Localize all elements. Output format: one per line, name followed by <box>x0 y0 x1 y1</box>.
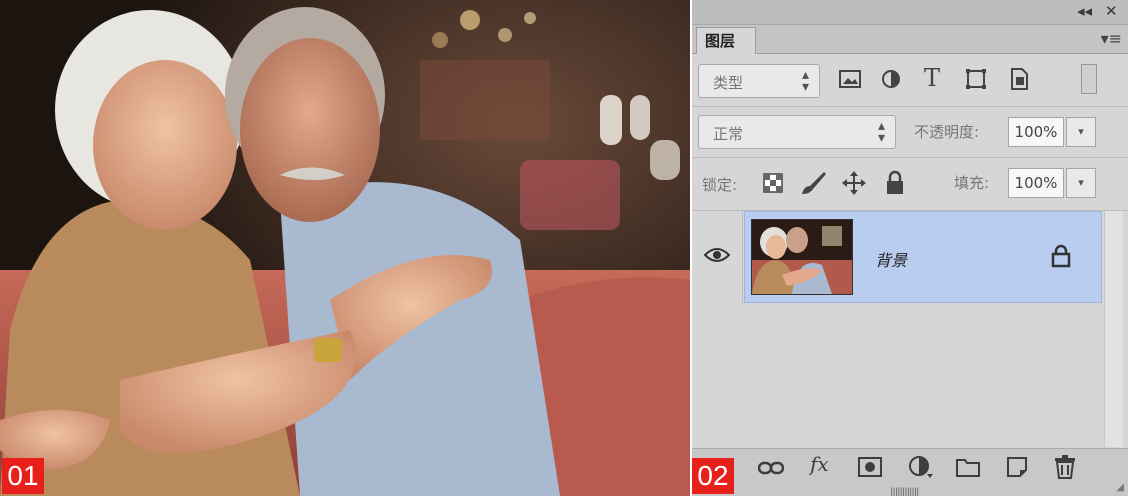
filter-toggle-switch[interactable] <box>1081 64 1097 94</box>
lock-all-icon[interactable] <box>884 170 906 202</box>
fx-icon[interactable]: fx <box>810 452 829 476</box>
opacity-label: 不透明度: <box>914 123 980 141</box>
smart-object-filter-icon[interactable] <box>1008 67 1030 97</box>
visibility-column <box>692 211 743 303</box>
layer-list-scrollbar[interactable] <box>1104 211 1123 447</box>
select-arrows-icon: ▴ ▾ <box>801 67 809 95</box>
fill-label: 填充: <box>954 174 990 192</box>
filter-type-select[interactable]: 类型 ▴ ▾ <box>698 64 820 98</box>
close-panel-button[interactable]: ✕ <box>1105 2 1118 20</box>
lock-transparency-icon[interactable] <box>762 172 784 200</box>
lock-row: 锁定: 填充: 100% ▾ <box>692 158 1128 211</box>
blend-mode-select[interactable]: 正常 ▴ ▾ <box>698 115 896 149</box>
type-filter-icon[interactable]: T <box>924 66 940 90</box>
layer-filter-row: 类型 ▴ ▾ T <box>692 54 1128 107</box>
filter-type-value: 类型 <box>713 74 744 92</box>
photo: 01 <box>0 0 690 496</box>
fill-input[interactable]: 100% <box>1008 168 1064 198</box>
shape-filter-icon[interactable] <box>964 68 988 96</box>
eye-icon[interactable] <box>703 247 731 267</box>
new-group-icon[interactable] <box>956 457 980 482</box>
layer-thumbnail[interactable] <box>751 219 853 295</box>
adjustment-layer-icon[interactable] <box>908 455 934 484</box>
link-layers-icon[interactable] <box>757 457 785 481</box>
couple-photo <box>0 0 690 496</box>
corner-resize-icon[interactable]: ◢ <box>1116 482 1124 493</box>
panel-title-bar: ◂◂ ✕ <box>692 0 1128 25</box>
layers-panel: ◂◂ ✕ 图层 ▾≡ 类型 ▴ ▾ T 正常 ▴ ▾ 不透明度: 100% ▾ … <box>692 0 1128 496</box>
opacity-dropdown-button[interactable]: ▾ <box>1066 117 1096 147</box>
layer-list: 背景 <box>692 211 1128 447</box>
panel-bottom-toolbar: fx |||||||||||| ◢ <box>692 448 1128 496</box>
badge-02: 02 <box>692 458 734 494</box>
fill-dropdown-button[interactable]: ▾ <box>1066 168 1096 198</box>
adjustment-filter-icon[interactable] <box>880 68 902 96</box>
blend-mode-value: 正常 <box>713 125 744 143</box>
add-mask-icon[interactable] <box>858 457 882 482</box>
image-filter-icon[interactable] <box>838 68 862 96</box>
lock-label: 锁定: <box>702 176 738 194</box>
tab-layers[interactable]: 图层 <box>696 27 756 54</box>
new-layer-icon[interactable] <box>1006 456 1028 483</box>
layer-name[interactable]: 背景 <box>875 247 907 271</box>
layer-lock-icon <box>1051 244 1071 272</box>
lock-paint-icon[interactable] <box>798 170 828 202</box>
layer-row-background[interactable]: 背景 <box>744 211 1102 303</box>
panel-menu-icon[interactable]: ▾≡ <box>1101 29 1122 48</box>
resize-grip[interactable]: |||||||||||| <box>890 487 919 496</box>
panel-tab-row: 图层 ▾≡ <box>692 25 1128 54</box>
blend-row: 正常 ▴ ▾ 不透明度: 100% ▾ <box>692 107 1128 158</box>
select-arrows-icon: ▴ ▾ <box>877 118 885 146</box>
collapse-panel-button[interactable]: ◂◂ <box>1077 2 1092 20</box>
delete-layer-icon[interactable] <box>1054 455 1076 484</box>
opacity-input[interactable]: 100% <box>1008 117 1064 147</box>
badge-01: 01 <box>2 458 44 494</box>
lock-position-icon[interactable] <box>840 169 868 203</box>
